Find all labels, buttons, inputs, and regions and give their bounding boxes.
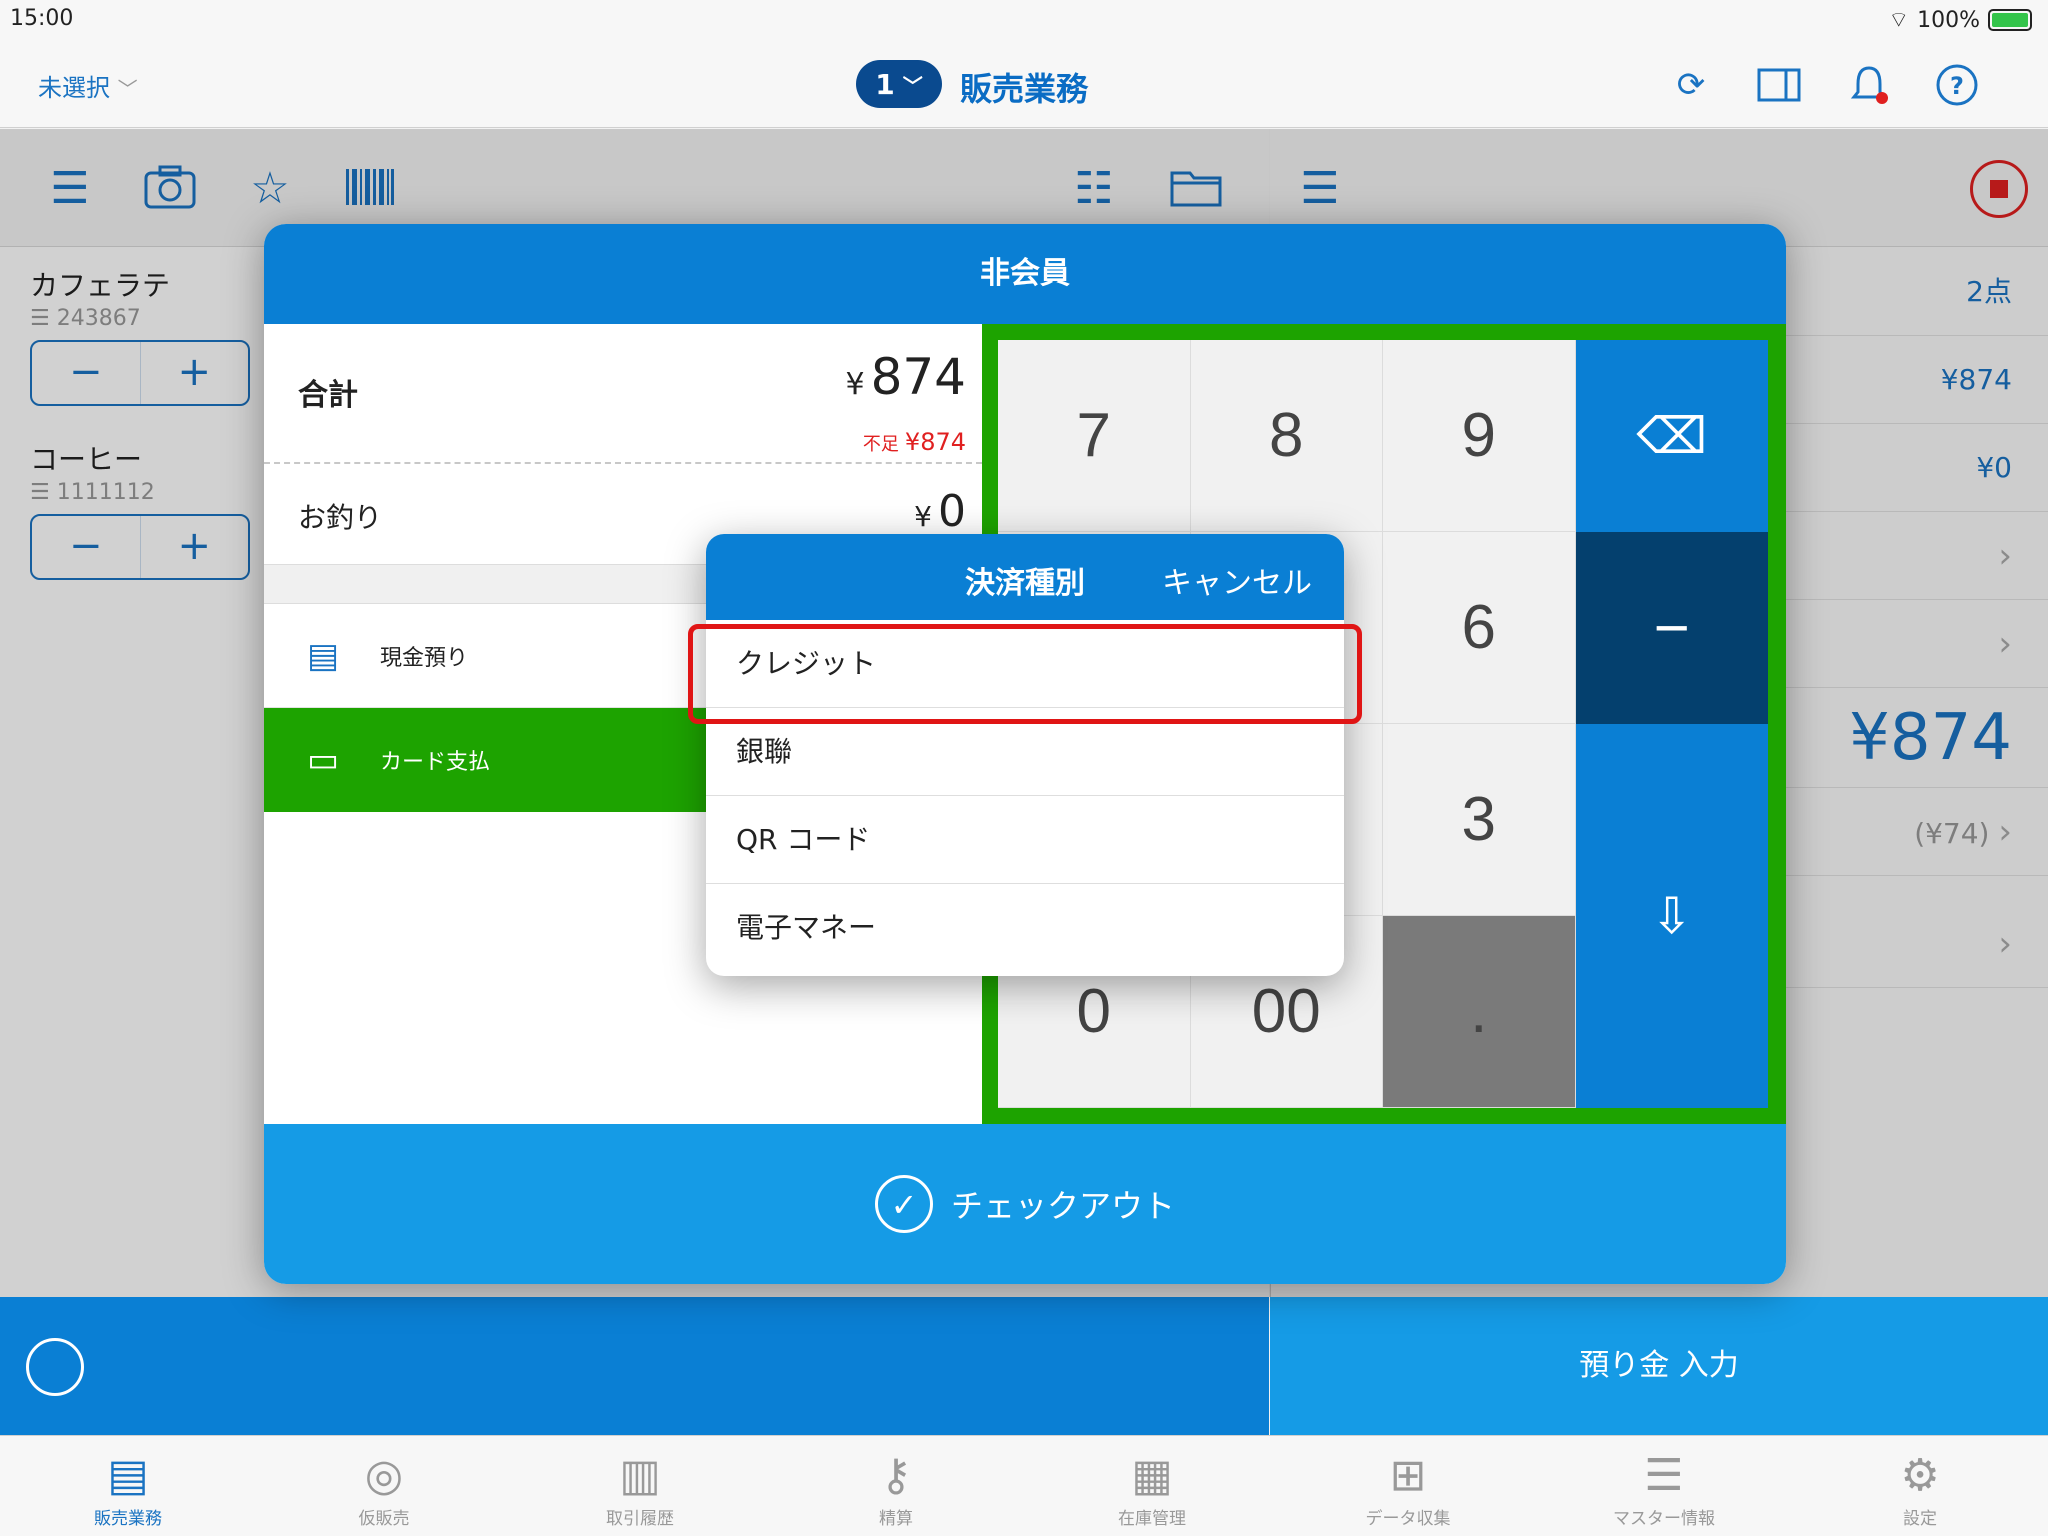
- tab-bar: ▤ 販売業務 ◎ 仮販売 ▥ 取引履歴 ⚷ 精算 ▦ 在庫管理 ⊞ データ収集 ☰ マスター情…: [0, 1435, 2048, 1536]
- user-icon[interactable]: [26, 1338, 84, 1396]
- card-icon: ▭: [306, 740, 340, 780]
- nav-bar: 未選択 ﹀ 1 ﹀ 販売業務 ⟳ ?: [0, 40, 2048, 128]
- register-number: 1: [875, 67, 895, 101]
- modal-title: 非会員: [264, 224, 1786, 324]
- register-selector[interactable]: 1 ﹀: [856, 60, 942, 108]
- payment-type-popover: 決済種別 キャンセル クレジット 銀聯 QR コード 電子マネー: [706, 534, 1344, 976]
- cash-icon: ▤: [306, 635, 340, 676]
- data-icon: ⊞: [1389, 1450, 1427, 1501]
- status-time: 15:00: [10, 6, 74, 31]
- check-icon: ✓: [874, 1175, 933, 1233]
- tab-history[interactable]: ▥ 取引履歴: [512, 1436, 768, 1536]
- change-value: ¥0: [914, 486, 966, 537]
- customer-bar: [0, 1297, 1269, 1435]
- svg-text:?: ?: [1950, 72, 1964, 100]
- minus-key[interactable]: −: [1575, 532, 1768, 724]
- popover-header: 決済種別 キャンセル: [706, 534, 1344, 620]
- key-9[interactable]: 9: [1383, 340, 1576, 532]
- register-icon: ▤: [107, 1450, 149, 1501]
- tab-master[interactable]: ☰ マスター情報: [1536, 1436, 1792, 1536]
- option-qr-code[interactable]: QR コード: [706, 796, 1344, 884]
- change-label: お釣り: [298, 501, 383, 534]
- bell-icon[interactable]: [1846, 62, 1892, 108]
- key-icon: ⚷: [879, 1450, 913, 1501]
- deposit-input-button[interactable]: 預り金 入力: [1270, 1297, 2048, 1435]
- tab-settings[interactable]: ⚙ 設定: [1792, 1436, 2048, 1536]
- shortage-value: 不足 ¥874: [862, 428, 966, 456]
- history-icon: ▥: [619, 1450, 661, 1501]
- wifi-icon: ⌔: [1888, 8, 1910, 33]
- inventory-icon: ▦: [1131, 1450, 1173, 1501]
- total-value: ¥874: [845, 348, 966, 406]
- tab-temp-sale[interactable]: ◎ 仮販売: [256, 1436, 512, 1536]
- pay-cash-label: 現金預り: [380, 645, 469, 671]
- checkout-button[interactable]: ✓ チェックアウト: [264, 1124, 1786, 1284]
- enter-icon[interactable]: ⇩: [1575, 724, 1768, 1108]
- tab-settlement[interactable]: ⚷ 精算: [768, 1436, 1024, 1536]
- highlight-frame: [688, 624, 1362, 724]
- total-label: 合計: [298, 378, 358, 413]
- sync-icon[interactable]: ⟳: [1668, 62, 1714, 108]
- help-icon[interactable]: ?: [1934, 62, 1980, 108]
- tab-inventory[interactable]: ▦ 在庫管理: [1024, 1436, 1280, 1536]
- option-e-money[interactable]: 電子マネー: [706, 884, 1344, 972]
- chevron-down-icon: ﹀: [117, 77, 138, 101]
- staff-selector[interactable]: 未選択 ﹀: [38, 68, 138, 103]
- status-indicators: ⌔ 100%: [1888, 6, 2032, 34]
- key-8[interactable]: 8: [1190, 340, 1383, 532]
- page-title: 販売業務: [960, 70, 1089, 108]
- checkout-label: チェックアウト: [950, 1187, 1175, 1225]
- chevron-down-icon: ﹀: [902, 73, 923, 98]
- key-dot[interactable]: .: [1383, 916, 1576, 1108]
- backspace-icon[interactable]: ⌫: [1575, 340, 1768, 532]
- pay-card-label: カード支払: [380, 750, 491, 775]
- key-3[interactable]: 3: [1383, 724, 1576, 916]
- battery-percent: 100%: [1917, 7, 1980, 33]
- staff-selector-label: 未選択: [38, 74, 110, 102]
- split-view-icon[interactable]: [1756, 62, 1802, 108]
- key-7[interactable]: 7: [998, 340, 1191, 532]
- status-bar: [0, 0, 2048, 40]
- key-6[interactable]: 6: [1383, 532, 1576, 724]
- battery-icon: [1988, 9, 2032, 31]
- divider: [264, 462, 982, 464]
- cancel-button[interactable]: キャンセル: [1162, 558, 1312, 602]
- tab-sales[interactable]: ▤ 販売業務: [0, 1436, 256, 1536]
- temp-sale-icon: ◎: [364, 1450, 404, 1501]
- gear-icon: ⚙: [1900, 1450, 1940, 1501]
- database-icon: ☰: [1644, 1450, 1684, 1501]
- tab-data[interactable]: ⊞ データ収集: [1280, 1436, 1536, 1536]
